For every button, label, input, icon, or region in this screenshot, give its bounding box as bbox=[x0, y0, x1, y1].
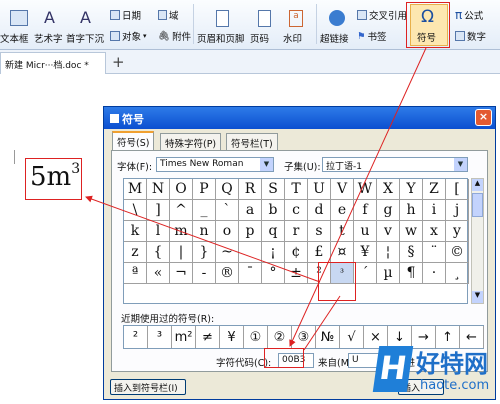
screenshot-root: 文本框 A 艺术字 A 首字下沉 日期 域 对象 ▾ 🖇 附件 页眉和页脚 页码 a… bbox=[0, 0, 500, 404]
arrow-to-document bbox=[85, 195, 321, 283]
watermark-logo: H 好特网 haote.com bbox=[372, 340, 500, 404]
logo-h-icon: H bbox=[372, 346, 414, 392]
arrow-to-code bbox=[289, 47, 427, 347]
